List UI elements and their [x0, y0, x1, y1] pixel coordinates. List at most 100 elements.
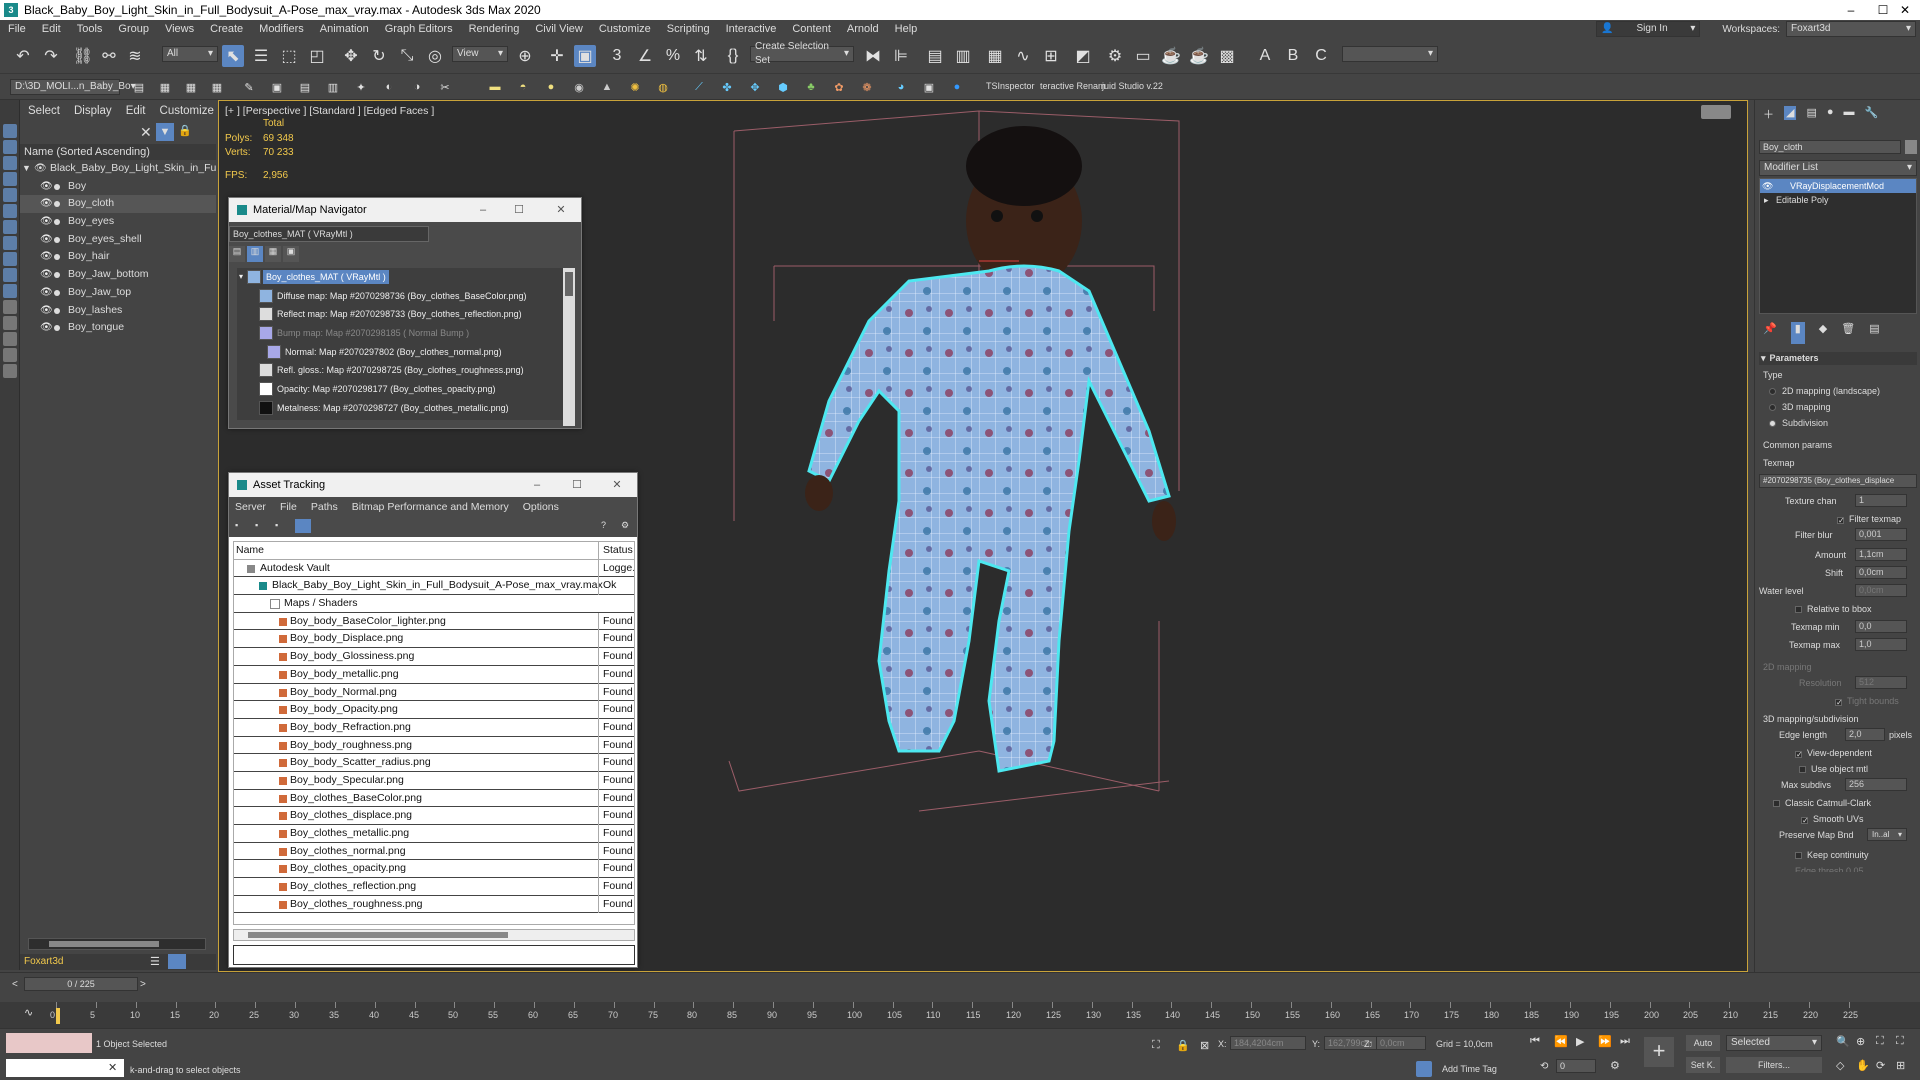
render-setup-icon[interactable]: ⚙	[1104, 45, 1126, 67]
list-item[interactable]: 👁 Boy_eyes_shell	[20, 231, 216, 249]
fx-a-icon[interactable]: ⟋	[690, 78, 708, 96]
maximize-button[interactable]: ☐	[505, 198, 533, 222]
plugin-a-icon[interactable]: ▣	[920, 78, 938, 96]
selection-lock-icon[interactable]: 🔒	[1176, 1039, 1190, 1052]
layer-toggle-icon[interactable]	[168, 954, 186, 969]
project-path-field[interactable]: D:\3D_MOLI...n_Baby_Bo ▾	[10, 79, 136, 95]
menu-customize[interactable]: Customize	[591, 23, 659, 35]
tool-e-icon[interactable]: ✦	[352, 78, 370, 96]
layer-add-icon[interactable]: ▦	[182, 78, 200, 96]
schematic-view-icon[interactable]: ⊞	[1040, 45, 1062, 67]
table-row[interactable]: Maps / Shaders	[234, 595, 634, 613]
tab-select[interactable]: Select	[28, 105, 60, 117]
collapse-arrow-icon[interactable]: ▾	[239, 268, 243, 287]
table-row[interactable]: Boy_body_Scatter_radius.png Found	[234, 754, 634, 772]
toolbar-d-icon[interactable]	[295, 519, 311, 533]
tool-h-icon[interactable]: ✂	[436, 78, 454, 96]
table-row[interactable]: Boy_clothes_displace.png Found	[234, 807, 634, 826]
snaps-toggle-icon[interactable]: 3	[606, 45, 628, 67]
fx-e-icon[interactable]: ♣	[802, 78, 820, 96]
list-item[interactable]: 👁 Boy_lashes	[20, 302, 216, 320]
display-bones-icon[interactable]	[3, 284, 17, 298]
play-icon[interactable]: ▶	[1576, 1035, 1584, 1048]
fov-icon[interactable]: ◇	[1836, 1059, 1844, 1072]
sun-icon[interactable]: ✺	[626, 78, 644, 96]
prev-key-icon[interactable]: ⏪	[1554, 1035, 1568, 1048]
display-shapes-icon[interactable]	[3, 188, 17, 202]
key-mode-icon[interactable]: ⟲	[1540, 1061, 1548, 1072]
name-column-header[interactable]: Name (Sorted Ascending)	[20, 144, 216, 160]
toggle-ribbon-icon[interactable]: ▦	[984, 45, 1006, 67]
dome-icon[interactable]: ◍	[654, 78, 672, 96]
smooth-uvs-checkbox[interactable]: ✓ Smooth UVs	[1801, 814, 1864, 825]
fx-c-icon[interactable]: ✥	[746, 78, 764, 96]
curve-editor-mini-icon[interactable]: ∿	[24, 1006, 33, 1019]
modifier-editable-poly[interactable]: ▸ Editable Poly	[1760, 193, 1916, 207]
configure-sets-icon[interactable]: ▤	[1869, 322, 1879, 344]
list-item[interactable]: 👁 Boy_tongue	[20, 319, 216, 337]
menu-edit[interactable]: Edit	[34, 23, 69, 35]
align-icon[interactable]: ⊫	[890, 45, 912, 67]
menu-civil-view[interactable]: Civil View	[527, 23, 590, 35]
light-b-icon[interactable]: ◓	[514, 78, 532, 96]
map-row[interactable]: Opacity: Map #2070298177 (Boy_clothes_op…	[237, 380, 573, 399]
material-root[interactable]: ▾ Boy_clothes_MAT ( VRayMtl )	[237, 268, 573, 287]
radio-2d-mapping[interactable]: 2D mapping (landscape)	[1769, 386, 1880, 396]
percent-snap-icon[interactable]: %	[662, 45, 684, 67]
display-geometry-icon[interactable]	[3, 172, 17, 186]
eye-icon[interactable]: 👁	[1762, 179, 1773, 193]
table-row[interactable]: Boy_body_roughness.png Found	[234, 736, 634, 755]
table-row[interactable]: Boy_clothes_metallic.png Found	[234, 825, 634, 843]
radio-subdivision[interactable]: Subdivision	[1769, 418, 1828, 428]
shift-spinner[interactable]: 0,0cm	[1855, 566, 1907, 579]
table-row[interactable]: Boy_clothes_normal.png Found	[234, 842, 634, 861]
create-tab-icon[interactable]: ＋	[1763, 106, 1774, 121]
light-a-icon[interactable]: ▬	[486, 78, 504, 96]
extra-dropdown[interactable]: ▾	[1342, 46, 1438, 62]
object-color-swatch[interactable]	[1905, 140, 1917, 154]
ts-inspector-button[interactable]: TSInspector	[986, 81, 1035, 91]
window-title-bar[interactable]: Asset Tracking – ☐ ✕	[229, 473, 637, 497]
filter-icon[interactable]	[3, 348, 17, 362]
pan-icon[interactable]: ✋	[1856, 1059, 1870, 1072]
close-button[interactable]: ✕	[1882, 0, 1920, 20]
tool-b-icon[interactable]: ▣	[268, 78, 286, 96]
sign-in-dropdown[interactable]: 👤 Sign In ▾	[1596, 21, 1701, 37]
filters-button[interactable]: Filters...	[1726, 1057, 1822, 1073]
map-row[interactable]: Refl. gloss.: Map #2070298725 (Boy_cloth…	[237, 361, 573, 380]
add-time-tag-button[interactable]: Add Time Tag	[1442, 1064, 1497, 1074]
goto-start-icon[interactable]: ⏮	[1530, 1035, 1540, 1048]
menu-views[interactable]: Views	[157, 23, 202, 35]
modify-tab-icon[interactable]: ◢	[1784, 106, 1797, 120]
viewport-label[interactable]: [+ ] [Perspective ] [Standard ] [Edged F…	[225, 105, 434, 117]
spinner-snap-icon[interactable]: ⇅	[690, 45, 712, 67]
time-slider[interactable]: 0 / 225	[24, 977, 138, 991]
menu-tools[interactable]: Tools	[69, 23, 111, 35]
preserve-map-dropdown[interactable]: In..al ▾	[1867, 828, 1907, 841]
lock-icon[interactable]: 🔒	[178, 124, 192, 137]
menu-graph-editors[interactable]: Graph Editors	[377, 23, 461, 35]
eye-icon[interactable]: 👁	[40, 231, 53, 249]
layer-icon[interactable]: ▦	[156, 78, 174, 96]
filter-blur-spinner[interactable]: 0,001	[1855, 528, 1907, 541]
curve-editor-icon[interactable]: ∿	[1012, 45, 1034, 67]
fx-b-icon[interactable]: ✤	[718, 78, 736, 96]
menu-create[interactable]: Create	[202, 23, 251, 35]
set-project-icon[interactable]: ▤	[130, 78, 148, 96]
menu-options[interactable]: Options	[523, 501, 559, 513]
table-row[interactable]: Boy_body_Displace.png Found	[234, 630, 634, 649]
menu-bitmap-performance[interactable]: Bitmap Performance and Memory	[352, 501, 509, 513]
menu-scripting[interactable]: Scripting	[659, 23, 718, 35]
goto-end-icon[interactable]: ⏭	[1620, 1035, 1630, 1048]
make-unique-icon[interactable]: ◆	[1819, 322, 1827, 344]
current-frame-field[interactable]: 0	[1556, 1059, 1596, 1073]
liquid-studio-button[interactable]: juid Studio v.22	[1102, 81, 1163, 91]
toggle-scene-explorer-icon[interactable]: ▤	[924, 45, 946, 67]
absolute-mode-icon[interactable]: ⊠	[1200, 1039, 1209, 1052]
edge-length-spinner[interactable]: 2,0	[1845, 728, 1885, 741]
tab-customize[interactable]: Customize	[160, 105, 214, 117]
table-row[interactable]: Boy_body_Normal.png Found	[234, 683, 634, 702]
place-icon[interactable]: ◎	[424, 45, 446, 67]
list-item[interactable]: 👁 Boy_Jaw_top	[20, 284, 216, 302]
table-row[interactable]: Boy_body_Opacity.png Found	[234, 701, 634, 719]
